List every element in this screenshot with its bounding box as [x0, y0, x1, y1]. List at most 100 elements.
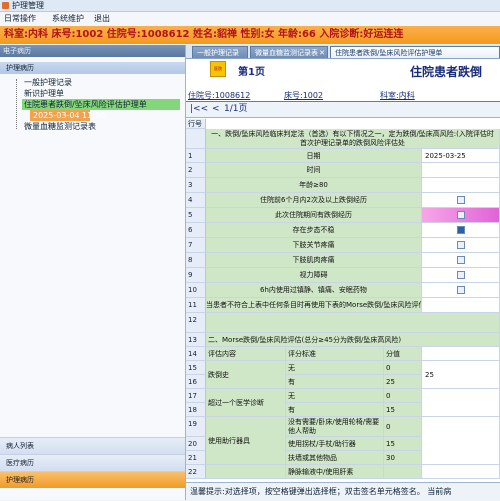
prev-page-button[interactable]: <	[212, 102, 220, 117]
morse-item	[206, 465, 286, 479]
date-cell[interactable]: 2025-03-25	[422, 149, 500, 163]
morse-criteria: 扶墙或其他物品	[286, 451, 384, 465]
tab-general-record[interactable]: 一般护理记录	[192, 46, 248, 58]
row-number: 18	[186, 403, 206, 417]
menu-bar: 日常操作 系统维护 退出	[0, 12, 500, 27]
morse-select[interactable]: 25	[422, 361, 500, 389]
row-number: 8	[186, 253, 206, 268]
morse-item: 超过一个医学诊断	[206, 389, 286, 417]
row-label: 当患者不符合上表中任何条目时再使用下表的Morse跌倒/坠床风险评估表	[206, 298, 422, 313]
page-label: 第1页	[238, 67, 265, 78]
morse-select[interactable]	[422, 389, 500, 417]
selected-value: 25	[425, 371, 434, 379]
checkbox-cell[interactable]	[422, 253, 500, 268]
section-2-header: 二、Morse跌倒/坠床风险评估(总分≥45分为跌倒/坠床高风险)	[206, 333, 500, 347]
tree-item-fall-risk[interactable]: 住院患者跌倒/坠床风险评估护理单	[22, 99, 180, 110]
row-number: 20	[186, 437, 206, 451]
checkbox-cell[interactable]	[422, 283, 500, 298]
row-number: 9	[186, 268, 206, 283]
tree-item-date[interactable]: 2025-03-04 11:50	[30, 110, 105, 121]
morse-score: 0	[384, 361, 422, 375]
morse-note	[206, 313, 500, 333]
nursing-record-section[interactable]: 护理病历	[0, 62, 185, 74]
tree-item-general-record[interactable]: 一般护理记录	[24, 77, 72, 88]
department: 科室:内科	[380, 91, 415, 100]
row-number: 5	[186, 208, 206, 223]
checkbox-cell[interactable]	[422, 268, 500, 283]
tab-fall-risk[interactable]: 住院患者跌倒/坠床风险评估护理单	[330, 46, 500, 58]
morse-criteria: 有	[286, 375, 384, 389]
menu-daily-ops[interactable]: 日常操作	[4, 12, 36, 26]
row-number: 2	[186, 163, 206, 178]
checkbox-cell[interactable]	[422, 208, 500, 223]
tab-label: 微量血糖监测记录表	[255, 49, 318, 57]
row-number: 14	[186, 347, 206, 361]
close-icon[interactable]: ✕	[319, 47, 325, 58]
menu-exit[interactable]: 退出	[94, 12, 110, 26]
value-cell[interactable]	[422, 347, 500, 361]
row-number: 3	[186, 178, 206, 193]
checkbox[interactable]	[456, 196, 465, 204]
bed-number: 床号:1002	[284, 91, 324, 100]
value-cell[interactable]	[422, 298, 500, 313]
admission-number: 住院号:1008612	[188, 91, 251, 100]
row-label: 视力障碍	[206, 268, 422, 283]
tab-label: 一般护理记录	[197, 49, 239, 57]
checkbox[interactable]	[456, 286, 465, 294]
morse-criteria: 没有需要/卧床/使用轮椅/需要他人帮助	[286, 417, 384, 437]
morse-criteria: 静脉输液中/使用肝素	[286, 465, 384, 479]
pager: |<< < 1/1页	[186, 102, 500, 118]
left-panel: 电子病历 护理病历 一般护理记录 新识护理单 住院患者跌倒/坠床风险评估护理单 …	[0, 45, 186, 500]
status-bar: 温馨提示:对选择项，按空格键弹出选择框；双击签名单元格签名。 当前病	[186, 482, 500, 500]
app-icon	[2, 2, 9, 9]
tab-patient-list[interactable]: 病人列表	[0, 437, 185, 454]
tab-medical-records[interactable]: 医疗病历	[0, 454, 185, 471]
row-number: 17	[186, 389, 206, 403]
tree-item-new-record[interactable]: 新识护理单	[24, 88, 64, 99]
row-number: 10	[186, 283, 206, 298]
morse-criteria: 无	[286, 361, 384, 375]
row-number: 21	[186, 451, 206, 465]
checkbox-cell[interactable]	[422, 193, 500, 208]
tree-item-glucose[interactable]: 微量血糖监测记录表	[24, 121, 96, 132]
first-page-button[interactable]: |<<	[190, 102, 208, 117]
window-title: 护理管理	[12, 1, 44, 10]
morse-criteria: 使用拐杖/手杖/助行器	[286, 437, 384, 451]
checkbox[interactable]	[456, 211, 465, 219]
morse-score	[384, 465, 422, 479]
checkbox[interactable]	[456, 241, 465, 249]
row-number: 19	[186, 417, 206, 437]
row-number: 16	[186, 375, 206, 389]
row-label: 6h内使用过镇静、镇痛、安眠药物	[206, 283, 422, 298]
row-label: 年龄≥80	[206, 178, 422, 193]
assessment-grid: 行号 一、跌倒/坠床风险临床判定法（首选）有以下情况之一，定为跌倒/坠床高风险:…	[186, 119, 500, 500]
morse-item: 跌倒史	[206, 361, 286, 389]
checkbox-checked[interactable]	[456, 226, 465, 234]
col-header-score: 分值	[384, 347, 422, 361]
time-cell[interactable]	[422, 163, 500, 178]
morse-score: 30	[384, 451, 422, 465]
row-label: 此次住院期间有跌倒经历	[206, 208, 422, 223]
row-number: 15	[186, 361, 206, 375]
morse-score: 0	[384, 417, 422, 437]
col-header-criteria: 评分标准	[286, 347, 384, 361]
checkbox[interactable]	[456, 256, 465, 264]
document-title: 住院患者跌倒	[410, 65, 483, 79]
checkbox[interactable]	[456, 271, 465, 279]
tab-nursing-records[interactable]: 护理病历	[0, 471, 185, 488]
col-header-item: 评估内容	[206, 347, 286, 361]
morse-select[interactable]	[422, 417, 500, 465]
emr-header: 电子病历	[0, 45, 185, 57]
row-number: 6	[186, 223, 206, 238]
row-label: 下肢关节疼痛	[206, 238, 422, 253]
menu-system-maint[interactable]: 系统维护	[52, 12, 84, 26]
row-number: 13	[186, 333, 206, 347]
morse-select[interactable]	[422, 465, 500, 479]
row-number: 12	[186, 313, 206, 333]
checkbox-cell[interactable]	[422, 238, 500, 253]
tab-glucose-record[interactable]: 微量血糖监测记录表 ✕	[250, 46, 328, 58]
row-label: 下肢肌肉疼痛	[206, 253, 422, 268]
document-header: 医院 第1页 住院患者跌倒 住院号:1008612 床号:1002 科室:内科	[186, 59, 500, 101]
age-cell[interactable]	[422, 178, 500, 193]
checkbox-cell[interactable]	[422, 223, 500, 238]
